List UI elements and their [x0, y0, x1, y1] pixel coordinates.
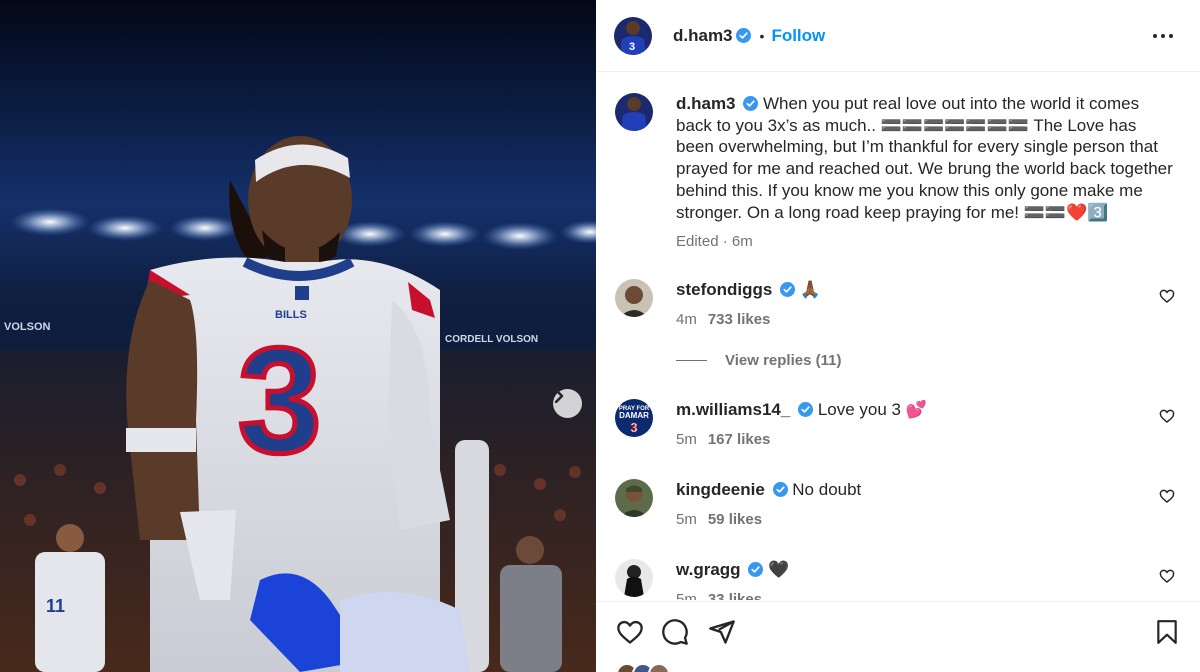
comment-username[interactable]: stefondiggs: [676, 280, 772, 299]
liked-by-avatars[interactable]: [616, 663, 670, 672]
avatar-badge: 3: [629, 41, 635, 53]
comment-username[interactable]: w.gragg: [676, 560, 741, 579]
bg-jersey-number: 11: [46, 596, 65, 616]
verified-icon: [772, 482, 788, 497]
view-replies-button[interactable]: View replies (11): [676, 352, 841, 369]
post-side-panel: 3 d.ham3 • Follow d.ham3 When you put re…: [596, 0, 1200, 672]
comment-likes[interactable]: 59 likes: [708, 511, 762, 528]
commenter-avatar[interactable]: [615, 279, 653, 317]
caption-edited: Edited · 6m: [676, 233, 753, 251]
comment-username[interactable]: kingdeenie: [676, 480, 765, 499]
verified-icon: [735, 28, 751, 43]
verified-icon: [748, 562, 764, 577]
comment-likes[interactable]: 33 likes: [708, 591, 762, 600]
post-header: 3 d.ham3 • Follow: [596, 0, 1200, 72]
banner-left: VOLSON: [4, 321, 51, 333]
comments-list[interactable]: d.ham3 When you put real love out into t…: [596, 73, 1200, 600]
bookmark-icon[interactable]: [1154, 618, 1180, 646]
comment-icon[interactable]: [661, 618, 689, 646]
more-icon[interactable]: [1152, 25, 1174, 47]
jersey-number: 3: [238, 316, 321, 484]
comment-username[interactable]: m.williams14_: [676, 400, 790, 419]
heart-icon[interactable]: [1159, 408, 1175, 424]
comment-time: 5m: [676, 510, 697, 528]
comment-text: Love you 3 💕: [817, 400, 927, 419]
comment-item: w.gragg 🖤 5m 33 likes: [615, 559, 1175, 600]
comment-item: kingdeenie No doubt 5m 59 likes: [615, 479, 1175, 530]
comment-time: 4m: [676, 310, 697, 328]
commenter-avatar[interactable]: [615, 479, 653, 517]
post-caption: d.ham3 When you put real love out into t…: [615, 93, 1175, 253]
heart-icon[interactable]: [616, 618, 644, 646]
post-viewer: VOLSON CORDELL VOLSON 11 BILLS 3 3 d.ham…: [0, 0, 1200, 672]
player-photo-illustration: VOLSON CORDELL VOLSON 11 BILLS 3: [0, 136, 596, 672]
author-avatar[interactable]: 3: [614, 16, 652, 55]
comment-time: 5m: [676, 430, 697, 448]
comment-text: No doubt: [792, 480, 862, 499]
comment-item: stefondiggs 🙏🏾 4m 733 likes: [615, 279, 1175, 330]
banner-right: CORDELL VOLSON: [445, 334, 538, 345]
post-photo[interactable]: VOLSON CORDELL VOLSON 11 BILLS 3: [0, 0, 596, 672]
main-player: BILLS 3: [126, 136, 470, 672]
comment-likes[interactable]: 167 likes: [708, 431, 771, 448]
caption-text: When you put real love out into the worl…: [676, 94, 1173, 222]
avatar-text-num: 3: [630, 420, 637, 435]
post-action-bar: [596, 601, 1200, 672]
heart-icon[interactable]: [1159, 568, 1175, 584]
heart-icon[interactable]: [1159, 488, 1175, 504]
comment-text: 🖤: [768, 560, 790, 579]
liker-avatar: [648, 663, 670, 672]
caption-avatar[interactable]: [615, 93, 653, 131]
author-username[interactable]: d.ham3: [673, 26, 733, 46]
share-icon[interactable]: [708, 618, 736, 646]
header-separator: •: [759, 27, 765, 44]
caption-username[interactable]: d.ham3: [676, 94, 736, 113]
next-photo-button[interactable]: [553, 389, 582, 418]
avatar-text-mid: DAMAR: [619, 411, 649, 420]
verified-icon: [743, 96, 759, 111]
replies-line: [676, 360, 707, 361]
commenter-avatar[interactable]: PRAY FOR DAMAR 3: [615, 399, 653, 437]
follow-button[interactable]: Follow: [771, 26, 825, 46]
comment-item: PRAY FOR DAMAR 3 m.williams14_ Love you …: [615, 399, 1175, 450]
heart-icon[interactable]: [1159, 288, 1175, 304]
verified-icon: [798, 402, 814, 417]
chevron-right-icon: [554, 389, 564, 403]
comment-time: 5m: [676, 590, 697, 600]
verified-icon: [780, 282, 796, 297]
commenter-avatar[interactable]: [615, 559, 653, 597]
comment-text: 🙏🏾: [799, 280, 821, 299]
view-replies-label: View replies (11): [725, 352, 842, 369]
comment-likes[interactable]: 733 likes: [708, 311, 771, 328]
